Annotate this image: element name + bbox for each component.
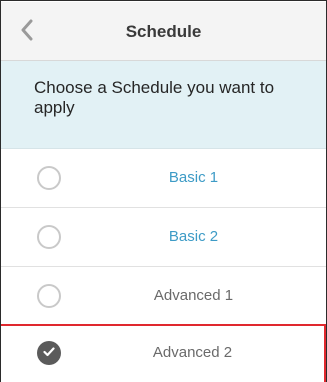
- page-title: Schedule: [125, 22, 202, 41]
- checkmark-icon: [43, 344, 55, 362]
- radio-button[interactable]: [37, 284, 61, 308]
- radio-button[interactable]: [37, 225, 61, 249]
- schedule-option-advanced-1[interactable]: Advanced 1: [1, 267, 326, 326]
- schedule-option-basic-1[interactable]: Basic 1: [1, 149, 326, 208]
- schedule-option-basic-2[interactable]: Basic 2: [1, 208, 326, 267]
- schedule-option-advanced-2[interactable]: Advanced 2: [1, 324, 326, 382]
- instruction-text: Choose a Schedule you want to apply: [34, 78, 275, 117]
- schedule-option-label: Advanced 1: [153, 287, 234, 304]
- schedule-screen: Schedule Choose a Schedule you want to a…: [0, 0, 327, 382]
- schedule-option-label: Advanced 2: [152, 344, 233, 361]
- header-bar: Schedule: [1, 2, 326, 61]
- schedule-option-label: Basic 2: [168, 228, 219, 245]
- schedule-option-label: Basic 1: [168, 169, 219, 186]
- radio-button-checked[interactable]: [37, 341, 61, 365]
- radio-button[interactable]: [37, 166, 61, 190]
- instruction-banner: Choose a Schedule you want to apply: [1, 61, 326, 149]
